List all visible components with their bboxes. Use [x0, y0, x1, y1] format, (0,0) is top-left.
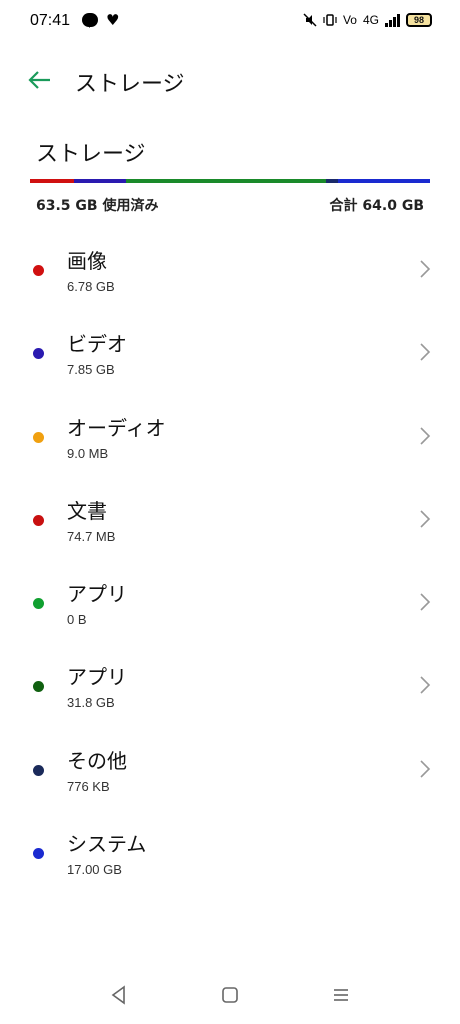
storage-category-item[interactable]: アプリ 0 B	[0, 562, 460, 645]
storage-category-item[interactable]: 文書 74.7 MB	[0, 479, 460, 562]
category-title: その他	[67, 748, 127, 773]
used-storage-label: 63.5 GB 使用済み	[36, 198, 159, 214]
page-title: ストレージ	[75, 72, 185, 97]
nav-recents-button[interactable]	[330, 984, 352, 1006]
storage-category-item[interactable]: ビデオ 7.85 GB	[0, 312, 460, 395]
chevron-right-icon	[420, 593, 431, 611]
storage-category-item[interactable]: その他 776 KB	[0, 729, 460, 812]
back-triangle-icon	[111, 985, 125, 1005]
arrow-left-icon	[28, 71, 50, 89]
app-bar: ストレージ	[0, 58, 460, 106]
volte-icon: Vo	[342, 13, 357, 27]
category-size: 776 KB	[67, 778, 110, 794]
storage-category-item[interactable]: 画像 6.78 GB	[0, 229, 460, 312]
category-title: ビデオ	[67, 332, 127, 357]
category-size: 74.7 MB	[67, 528, 116, 544]
nav-back-button[interactable]	[108, 984, 130, 1006]
category-color-dot	[33, 681, 44, 693]
category-color-dot	[33, 598, 44, 610]
heart-icon: ♥	[106, 11, 120, 29]
category-title: 画像	[67, 249, 107, 273]
category-size: 7.85 GB	[67, 362, 115, 378]
vibrate-icon	[323, 14, 337, 26]
category-size: 9.0 MB	[67, 445, 109, 461]
category-title: オーディオ	[67, 415, 166, 440]
category-title: 文書	[67, 498, 107, 523]
category-color-dot	[33, 265, 44, 276]
chevron-right-icon	[420, 510, 431, 528]
category-title: アプリ	[67, 665, 127, 690]
back-button[interactable]	[26, 66, 54, 94]
storage-category-item[interactable]: オーディオ 9.0 MB	[0, 396, 460, 479]
storage-bar-segment	[30, 179, 74, 183]
recents-menu-icon	[334, 989, 348, 1001]
status-system-icons: Vo 4G 98	[303, 13, 432, 27]
chevron-right-icon	[420, 760, 431, 778]
category-size: 17.00 GB	[67, 862, 122, 878]
total-storage-label: 合計 64.0 GB	[329, 198, 424, 214]
category-size: 6.78 GB	[67, 279, 115, 294]
status-bar: 07:41 ♥ Vo 4G 98	[0, 0, 460, 44]
storage-usage-bar	[30, 179, 430, 183]
storage-category-list: 画像 6.78 GB ビデオ 7.85 GB オーディオ 9.0 MB 文書 74.7 MB ア…	[0, 229, 460, 895]
line-icon	[82, 13, 98, 28]
signal-icon	[385, 13, 400, 27]
category-color-dot	[33, 848, 44, 860]
chevron-right-icon	[420, 260, 431, 278]
storage-bar-segment	[326, 179, 338, 183]
storage-category-item[interactable]: アプリ 31.8 GB	[0, 645, 460, 728]
chevron-right-icon	[420, 676, 431, 695]
mute-icon	[303, 13, 317, 27]
navigation-bar	[0, 970, 460, 1024]
4g-icon: 4G	[362, 13, 379, 27]
category-size: 0 B	[67, 612, 87, 628]
status-time: 07:41	[30, 12, 71, 29]
category-title: アプリ	[67, 582, 127, 607]
category-size: 31.8 GB	[67, 695, 115, 711]
category-color-dot	[33, 764, 44, 776]
category-title: システム	[67, 832, 147, 857]
home-square-icon	[222, 987, 238, 1003]
chevron-right-icon	[420, 427, 431, 445]
category-color-dot	[33, 431, 44, 443]
storage-category-item: システム 17.00 GB	[0, 812, 460, 895]
nav-home-button[interactable]	[219, 984, 241, 1006]
chevron-right-icon	[420, 343, 431, 361]
storage-bar-segment	[74, 179, 126, 183]
status-notification-icons: ♥	[82, 11, 120, 29]
battery-icon: 98	[406, 13, 432, 27]
storage-bar-segment	[126, 179, 326, 183]
storage-bar-segment	[338, 179, 430, 183]
category-color-dot	[33, 348, 44, 360]
storage-section-title: ストレージ	[36, 142, 146, 167]
category-color-dot	[33, 514, 44, 526]
